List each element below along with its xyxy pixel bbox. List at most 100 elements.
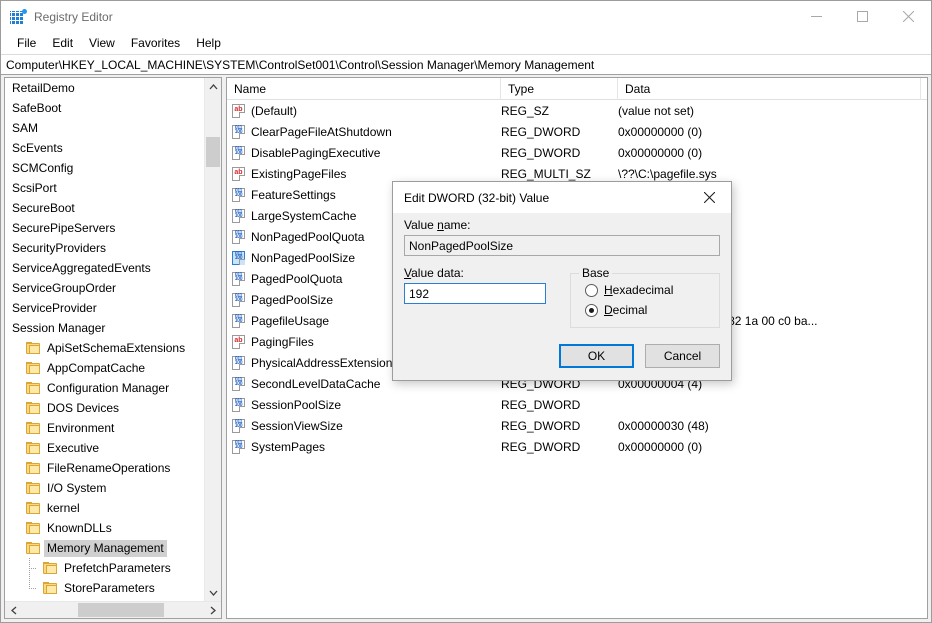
value-name-text: PagingFiles	[251, 334, 314, 349]
address-bar[interactable]: Computer\HKEY_LOCAL_MACHINE\SYSTEM\Contr…	[1, 54, 931, 75]
tree-scroll-up-icon[interactable]	[205, 78, 221, 95]
maximize-icon[interactable]	[839, 1, 885, 32]
radio-hexadecimal-label: Hexadecimal	[604, 283, 674, 297]
tree-item-securityproviders[interactable]: SecurityProviders	[5, 238, 204, 258]
dialog-close-icon[interactable]	[687, 182, 731, 213]
tree-item-label: ScsiPort	[12, 180, 57, 195]
dword-value-icon: 011 100	[232, 271, 246, 286]
tree-item-label: I/O System	[47, 480, 107, 495]
tree-item-storeparameters[interactable]: StoreParameters	[5, 578, 204, 598]
column-header-name[interactable]: Name	[227, 78, 501, 100]
radio-decimal[interactable]: Decimal	[571, 300, 719, 320]
tree-scroll-left-icon[interactable]	[5, 602, 22, 618]
value-name-input[interactable]	[404, 235, 720, 256]
value-name-text: SystemPages	[251, 439, 326, 454]
value-row[interactable]: ab (Default) REG_SZ (value not set)	[227, 100, 927, 121]
value-data-cell: 0x00000030 (48)	[618, 418, 709, 433]
tree-item-scevents[interactable]: ScEvents	[5, 138, 204, 158]
folder-icon	[26, 402, 40, 414]
tree-item-session-manager[interactable]: Session Manager	[5, 318, 204, 338]
tree-item-servicegrouporder[interactable]: ServiceGroupOrder	[5, 278, 204, 298]
cancel-button[interactable]: Cancel	[645, 344, 720, 368]
tree-item-label: RetailDemo	[12, 80, 75, 95]
tree-item-serviceprovider[interactable]: ServiceProvider	[5, 298, 204, 318]
value-name-cell: 011 100 SessionViewSize	[227, 418, 501, 433]
close-icon[interactable]	[885, 1, 931, 32]
column-header-data[interactable]: Data	[618, 78, 921, 100]
tree-item-scmconfig[interactable]: SCMConfig	[5, 158, 204, 178]
value-row[interactable]: 011 100 ClearPageFileAtShutdown REG_DWORD 0x…	[227, 121, 927, 142]
dialog-title-bar: Edit DWORD (32-bit) Value	[393, 182, 731, 213]
menu-item-file[interactable]: File	[9, 34, 44, 52]
value-type-cell: REG_DWORD	[501, 418, 581, 433]
tree-scroll-down-icon[interactable]	[205, 584, 221, 601]
tree-item-scsiport[interactable]: ScsiPort	[5, 178, 204, 198]
value-name-text: ExistingPageFiles	[251, 166, 347, 181]
tree-item-prefetchparameters[interactable]: PrefetchParameters	[5, 558, 204, 578]
tree-item-apisetschemaextensions[interactable]: ApiSetSchemaExtensions	[5, 338, 204, 358]
tree-item-knowndlls[interactable]: KnownDLLs	[5, 518, 204, 538]
value-name-text: SessionPoolSize	[251, 397, 342, 412]
tree-item-retaildemo[interactable]: RetailDemo	[5, 78, 204, 98]
value-name-text: (Default)	[251, 103, 298, 118]
value-row[interactable]: 011 100 DisablePagingExecutive REG_DWORD 0x0…	[227, 142, 927, 163]
tree-item-memory-management[interactable]: Memory Management	[5, 538, 204, 558]
tree-vertical-scrollbar[interactable]	[204, 78, 221, 601]
menu-item-favorites[interactable]: Favorites	[123, 34, 188, 52]
folder-icon	[26, 482, 40, 494]
value-data-cell: 0x00000000 (0)	[618, 439, 703, 454]
base-radio-group: Base Hexadecimal Decimal	[570, 266, 720, 328]
tree-scroll-right-icon[interactable]	[204, 602, 221, 618]
value-row[interactable]: 011 100 SystemPages REG_DWORD 0x00000000 (0)	[227, 436, 927, 457]
tree-item-executive[interactable]: Executive	[5, 438, 204, 458]
value-name-cell: 011 100 SessionPoolSize	[227, 397, 501, 412]
tree-item-environment[interactable]: Environment	[5, 418, 204, 438]
tree-item-serviceaggregatedevents[interactable]: ServiceAggregatedEvents	[5, 258, 204, 278]
dword-value-icon: 011 100	[232, 376, 246, 391]
menu-item-edit[interactable]: Edit	[44, 34, 81, 52]
base-group-label: Base	[579, 266, 613, 280]
registry-tree[interactable]: RetailDemo SafeBoot SAM ScEvents SCMConfig Sc…	[5, 78, 204, 601]
tree-item-label: StoreParameters	[64, 580, 155, 595]
value-name-cell: ab (Default)	[227, 103, 501, 118]
tree-item-filerenameoperations[interactable]: FileRenameOperations	[5, 458, 204, 478]
tree-item-configuration-manager[interactable]: Configuration Manager	[5, 378, 204, 398]
value-row[interactable]: 011 100 SessionPoolSize REG_DWORD	[227, 394, 927, 415]
value-name-text: PagedPoolQuota	[251, 271, 343, 286]
tree-scroll-thumb[interactable]	[206, 137, 220, 167]
tree-item-safeboot[interactable]: SafeBoot	[5, 98, 204, 118]
dword-value-icon: 011 100	[232, 208, 246, 223]
tree-item-namespaceseparation[interactable]: NamespaceSeparation	[5, 598, 204, 602]
menu-item-view[interactable]: View	[81, 34, 123, 52]
tree-item-label: ServiceAggregatedEvents	[12, 260, 151, 275]
ok-button[interactable]: OK	[559, 344, 634, 368]
value-name-cell: ab ExistingPageFiles	[227, 166, 501, 181]
tree-item-securepipeservers[interactable]: SecurePipeServers	[5, 218, 204, 238]
column-header-type[interactable]: Type	[501, 78, 618, 100]
menu-item-help[interactable]: Help	[188, 34, 229, 52]
folder-icon	[26, 442, 40, 454]
value-row[interactable]: 011 100 SessionViewSize REG_DWORD 0x00000030…	[227, 415, 927, 436]
value-data-input[interactable]	[404, 283, 546, 304]
tree-item-label: Session Manager	[12, 320, 106, 335]
tree-horizontal-scrollbar[interactable]	[5, 601, 221, 618]
tree-item-dos-devices[interactable]: DOS Devices	[5, 398, 204, 418]
tree-item-kernel[interactable]: kernel	[5, 498, 204, 518]
tree-hscroll-thumb[interactable]	[78, 603, 164, 617]
value-data-cell: 0x00000000 (0)	[618, 145, 703, 160]
tree-item-secureboot[interactable]: SecureBoot	[5, 198, 204, 218]
tree-connector-line	[29, 558, 40, 578]
tree-item-i-o-system[interactable]: I/O System	[5, 478, 204, 498]
menu-bar: File Edit View Favorites Help	[1, 32, 931, 54]
dword-value-icon: 011 100	[232, 250, 246, 265]
tree-item-label: kernel	[47, 500, 80, 515]
tree-item-label: Executive	[47, 440, 100, 455]
tree-item-appcompatcache[interactable]: AppCompatCache	[5, 358, 204, 378]
tree-item-label: Environment	[47, 420, 115, 435]
dialog-buttons: OK Cancel	[559, 344, 720, 368]
tree-item-sam[interactable]: SAM	[5, 118, 204, 138]
radio-hexadecimal[interactable]: Hexadecimal	[571, 280, 719, 300]
value-name-text: ClearPageFileAtShutdown	[251, 124, 392, 139]
tree-item-label: Memory Management	[44, 539, 167, 557]
minimize-icon[interactable]	[793, 1, 839, 32]
